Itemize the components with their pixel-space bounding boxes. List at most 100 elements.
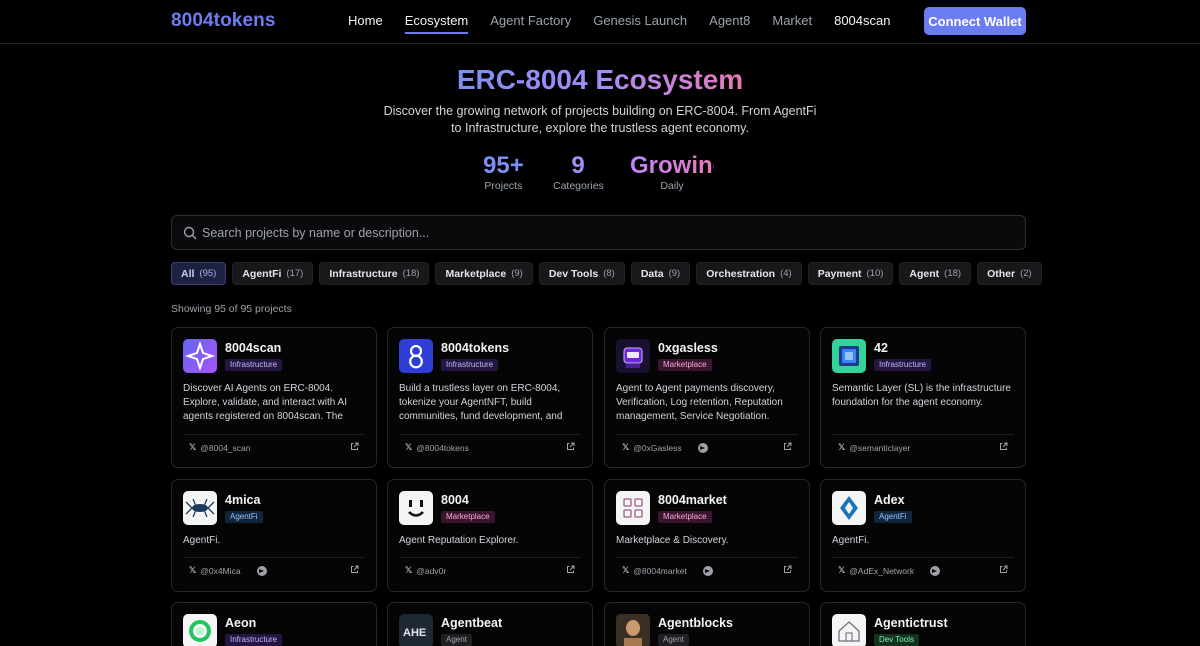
filter-count: (95) xyxy=(199,268,217,279)
eight-logo-icon xyxy=(399,339,433,373)
filter-label: Payment xyxy=(817,267,862,280)
project-card-agentbeat[interactable]: AHE Agentbeat Agent xyxy=(387,602,593,646)
project-name: 0xgasless xyxy=(658,341,718,355)
filter-dev-tools[interactable]: Dev Tools (8) xyxy=(538,262,625,285)
project-card-agentictrust[interactable]: Agentictrust Dev Tools xyxy=(820,602,1026,646)
project-name: Aeon xyxy=(225,616,257,630)
card-footer: 𝕏 @0x4Mica xyxy=(183,557,365,581)
external-link-icon[interactable] xyxy=(350,442,359,451)
stat-categories: 9 Categories xyxy=(553,153,604,193)
project-description: Agent to Agent payments discovery, Verif… xyxy=(616,383,783,422)
telegram-icon[interactable] xyxy=(256,565,267,576)
x-handle: @semanticlayer xyxy=(849,442,911,453)
filter-other[interactable]: Other (2) xyxy=(977,262,1042,285)
project-description: Build a trustless layer on ERC-8004, tok… xyxy=(399,383,563,422)
svg-text:AHE: AHE xyxy=(403,627,426,639)
project-name: 8004scan xyxy=(225,341,282,355)
filter-marketplace[interactable]: Marketplace (9) xyxy=(435,262,533,285)
external-link-icon[interactable] xyxy=(783,442,792,451)
project-name: Agentbeat xyxy=(441,616,503,630)
category-badge: Infrastructure xyxy=(225,634,283,646)
x-handle: @8004_scan xyxy=(200,442,251,453)
project-card-aeon[interactable]: Aeon Infrastructure xyxy=(171,602,377,646)
filter-agentfi[interactable]: AgentFi (17) xyxy=(232,262,314,285)
project-card-adex[interactable]: Adex AgentFi AgentFi. 𝕏 @AdEx_Network xyxy=(820,479,1026,592)
x-link[interactable]: 𝕏 @AdEx_Network xyxy=(838,565,941,576)
nav-link-market[interactable]: Market xyxy=(772,13,812,34)
stat-label: Projects xyxy=(484,180,523,192)
x-link[interactable]: 𝕏 @0xGasless xyxy=(622,442,708,453)
card-footer: 𝕏 @semanticlayer xyxy=(832,434,1014,458)
x-handle: @AdEx_Network xyxy=(849,565,915,576)
brand-logo[interactable]: 8004tokens xyxy=(171,10,276,32)
filter-infrastructure[interactable]: Infrastructure (18) xyxy=(319,262,430,285)
x-icon: 𝕏 xyxy=(189,565,197,575)
text-logo-icon: AHE xyxy=(399,614,433,646)
external-link-icon[interactable] xyxy=(999,442,1008,451)
project-card-8004tokens[interactable]: 8004tokens Infrastructure Build a trustl… xyxy=(387,327,593,468)
project-name: Adex xyxy=(874,493,905,507)
external-link-icon[interactable] xyxy=(566,565,575,574)
filter-label: Agent xyxy=(909,267,940,280)
filter-count: (18) xyxy=(402,268,420,279)
filter-data[interactable]: Data (9) xyxy=(630,262,691,285)
category-badge: Marketplace xyxy=(658,359,712,371)
project-card-42[interactable]: 42 Infrastructure Semantic Layer (SL) is… xyxy=(820,327,1026,468)
category-badge: Marketplace xyxy=(658,511,712,523)
nav-links: Home Ecosystem Agent Factory Genesis Lau… xyxy=(348,13,912,34)
telegram-icon[interactable] xyxy=(702,565,713,576)
telegram-icon[interactable] xyxy=(697,442,708,453)
x-link[interactable]: 𝕏 @adv0r xyxy=(405,565,446,576)
external-link-icon[interactable] xyxy=(783,565,792,574)
filter-agent[interactable]: Agent (18) xyxy=(899,262,972,285)
project-name: 8004market xyxy=(658,493,727,507)
x-icon: 𝕏 xyxy=(405,442,413,452)
x-link[interactable]: 𝕏 @8004tokens xyxy=(405,442,469,453)
project-card-4mica[interactable]: 4mica AgentFi AgentFi. 𝕏 @0x4Mica xyxy=(171,479,377,592)
search-icon xyxy=(183,226,197,240)
diamond-logo-icon xyxy=(832,491,866,525)
filter-label: Orchestration xyxy=(706,267,776,280)
x-icon: 𝕏 xyxy=(838,565,846,575)
project-name: 42 xyxy=(874,341,888,355)
filter-all[interactable]: All (95) xyxy=(171,262,227,285)
page-title-text: ERC-8004 Ecosystem xyxy=(456,64,744,95)
project-card-agentblocks[interactable]: Agentblocks Agent xyxy=(604,602,810,646)
nav-link-agent-factory[interactable]: Agent Factory xyxy=(490,13,571,34)
ring-logo-icon xyxy=(183,614,217,646)
category-badge: Dev Tools xyxy=(874,634,919,646)
filter-label: Data xyxy=(640,267,664,280)
search-input[interactable] xyxy=(202,216,1002,249)
x-link[interactable]: 𝕏 @8004market xyxy=(622,565,713,576)
x-link[interactable]: 𝕏 @semanticlayer xyxy=(838,442,910,453)
project-card-0xgasless[interactable]: 0xgasless Marketplace Agent to Agent pay… xyxy=(604,327,810,468)
filter-label: Marketplace xyxy=(445,267,507,280)
nav-link-agent8[interactable]: Agent8 xyxy=(709,13,750,34)
photo-logo-icon xyxy=(616,614,650,646)
external-link-icon[interactable] xyxy=(350,565,359,574)
page-title: ERC-8004 Ecosystem xyxy=(0,64,1200,96)
project-card-8004[interactable]: 8004 Marketplace Agent Reputation Explor… xyxy=(387,479,593,592)
x-link[interactable]: 𝕏 @0x4Mica xyxy=(189,565,267,576)
project-description: AgentFi. xyxy=(183,535,221,546)
project-card-8004scan[interactable]: 8004scan Infrastructure Discover AI Agen… xyxy=(171,327,377,468)
filter-count: (10) xyxy=(866,268,884,279)
project-card-8004market[interactable]: 8004market Marketplace Marketplace & Dis… xyxy=(604,479,810,592)
project-description: Discover AI Agents on ERC-8004. Explore,… xyxy=(183,383,347,422)
insect-logo-icon xyxy=(183,491,217,525)
house-logo-icon xyxy=(832,614,866,646)
nav-link-ecosystem[interactable]: Ecosystem xyxy=(404,13,469,34)
telegram-icon[interactable] xyxy=(930,565,941,576)
external-link-icon[interactable] xyxy=(566,442,575,451)
external-link-icon[interactable] xyxy=(999,565,1008,574)
nav-link-8004scan[interactable]: 8004scan xyxy=(834,13,890,34)
filter-payment[interactable]: Payment (10) xyxy=(807,262,894,285)
filter-orchestration[interactable]: Orchestration (4) xyxy=(696,262,802,285)
nav-link-home[interactable]: Home xyxy=(348,13,383,34)
x-link[interactable]: 𝕏 @8004_scan xyxy=(189,442,251,453)
nav-link-genesis-launch[interactable]: Genesis Launch xyxy=(593,13,687,34)
connect-wallet-button[interactable]: Connect Wallet xyxy=(924,7,1026,35)
project-name: 8004tokens xyxy=(441,341,510,355)
project-description: Agent Reputation Explorer. xyxy=(399,535,519,546)
filter-count: (18) xyxy=(944,268,962,279)
